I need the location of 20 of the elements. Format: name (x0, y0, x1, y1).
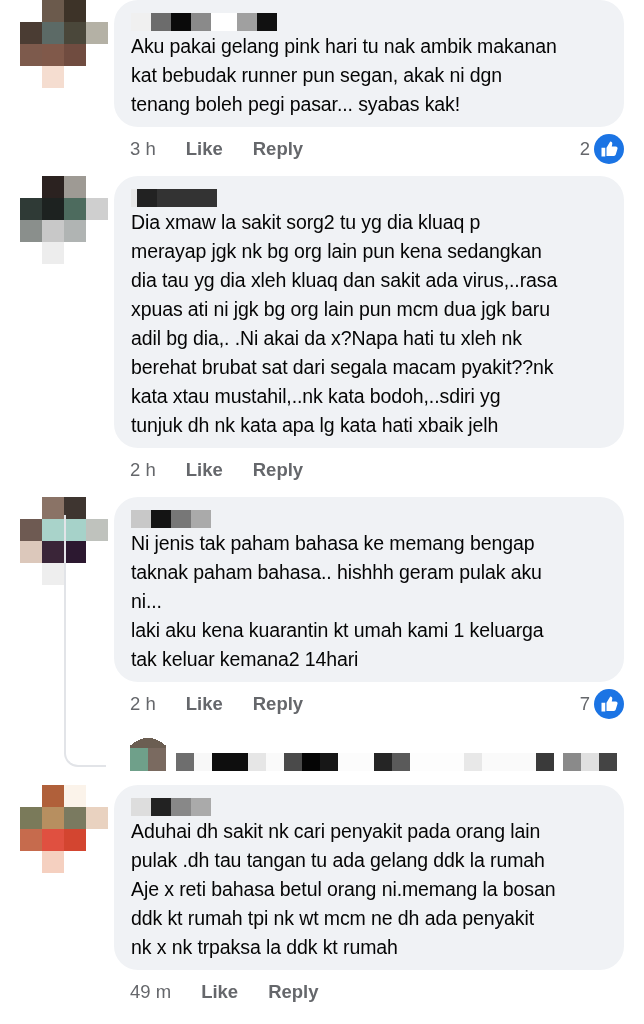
reply-link[interactable]: Reply (268, 981, 319, 1003)
like-link[interactable]: Like (185, 138, 223, 160)
timestamp: 2 h (130, 693, 156, 715)
like-link[interactable]: Like (201, 981, 239, 1003)
thumbs-up-icon (594, 134, 624, 164)
timestamp: 3 h (130, 138, 156, 160)
comment-text: Aduhai dh sakit nk cari penyakit pada orang lain pulak .dh tau tangan tu ada gelang ddk la rumah Aje x reti bahasa betul orang ni.memang la bosan ddk kt rumah tpi nk wt mcm ne dh ada penyakit nk x nk trpaksa la ddk kt rumah (131, 819, 557, 960)
like-link[interactable]: Like (185, 693, 223, 715)
timestamp: 2 h (130, 459, 156, 481)
comment-text: Aku pakai gelang pink hari tu nak ambik makanan kat bebudak runner pun segan, akak ni dgn tenang boleh pegi pasar... syabas kak! (131, 34, 558, 117)
thumbs-up-icon (594, 689, 624, 719)
reply-link[interactable]: Reply (252, 693, 304, 715)
reply-link[interactable]: Reply (252, 459, 304, 481)
like-link[interactable]: Like (185, 459, 223, 481)
comment-text: Dia xmaw la sakit sorg2 tu yg dia kluaq p merayap jgk nk bg org lain pun kena sedangkan dia tau yg dia xleh kluaq dan sakit ada virus,..rasa xpuas ati ni jgk bg org lain pun mcm dua jgk baru adil bg dia,. .Ni akai da x?Napa hati tu xleh nk berehat brubat sat dari segala macam pyakit??nk kata xtau mustahil,..nk kata bodoh,..sdiri yg tunjuk dh nk kata apa lg kata hati xbaik jelh (131, 210, 559, 438)
reaction-count: 2 (579, 138, 590, 160)
reply-link[interactable]: Reply (252, 138, 304, 160)
reaction-count: 7 (579, 693, 590, 715)
comment-text: Ni jenis tak paham bahasa ke memang bengap taknak paham bahasa.. hishhh geram pulak aku ni... laki aku kena kuarantin kt umah kami 1 keluarga tak keluar kemana2 14hari (131, 531, 545, 672)
timestamp: 49 m (130, 981, 172, 1003)
